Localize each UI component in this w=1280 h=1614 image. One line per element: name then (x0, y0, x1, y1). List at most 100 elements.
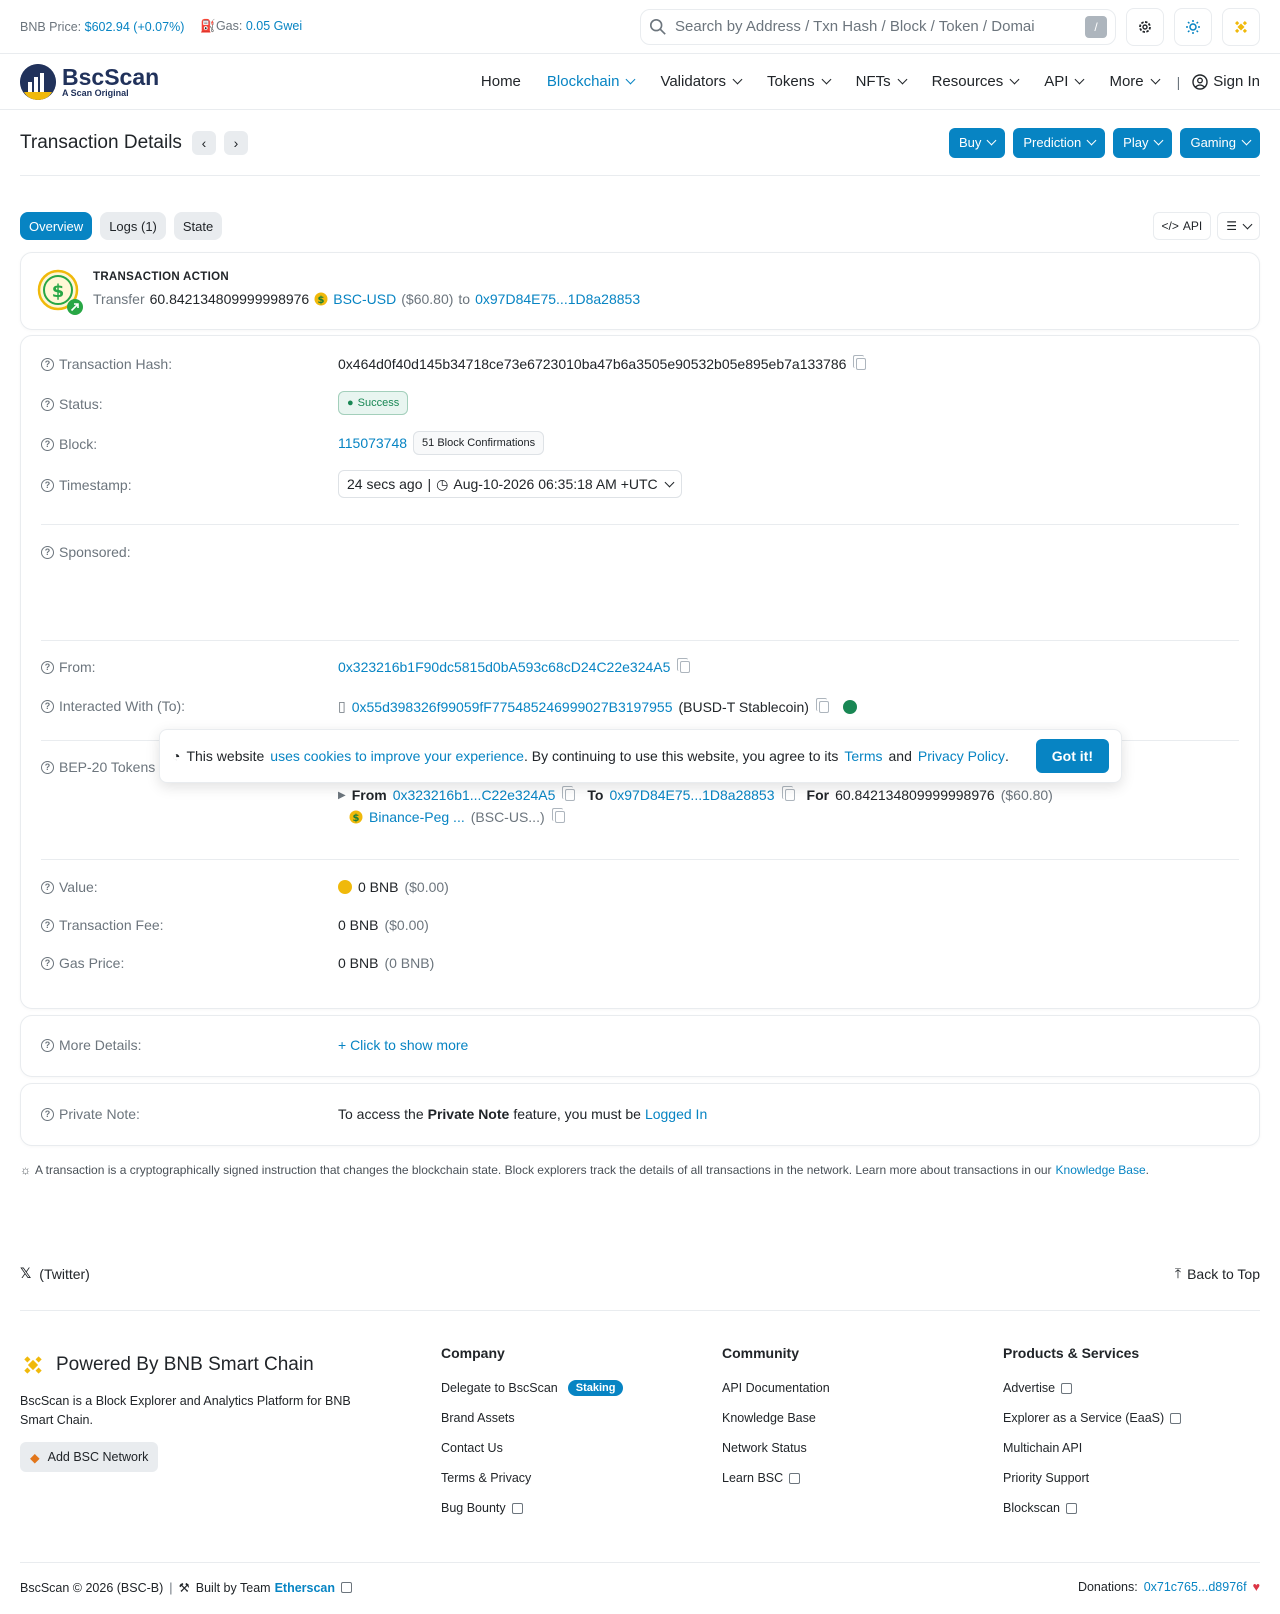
terms-privacy-link[interactable]: Terms & Privacy (441, 1463, 623, 1493)
contact-link[interactable]: Contact Us (441, 1433, 623, 1463)
hash-label: ? Transaction Hash: (41, 356, 172, 372)
multichain-api-link[interactable]: Multichain API (1003, 1433, 1181, 1463)
fee-label-text: Transaction Fee: (59, 917, 164, 933)
api-button[interactable]: </> API (1152, 212, 1212, 240)
status-badge: ● Success (338, 391, 409, 415)
cookie-policy-link[interactable]: uses cookies to improve your experience (270, 748, 524, 764)
confirmations-badge: 51 Block Confirmations (413, 431, 545, 455)
brand-assets-link[interactable]: Brand Assets (441, 1403, 623, 1433)
nav-nfts-label: NFTs (855, 73, 891, 90)
cookie-pre: This website (186, 748, 265, 764)
delegate-link[interactable]: Delegate to BscScan Staking (441, 1373, 624, 1403)
back-to-top-link[interactable]: ⤒ Back to Top (1175, 1265, 1260, 1282)
list-icon: ☰ (1226, 219, 1237, 233)
add-bsc-network-button[interactable]: ◆ Add BSC Network (20, 1442, 159, 1472)
api-docs-link[interactable]: API Documentation (722, 1373, 830, 1403)
copy-icon[interactable] (781, 786, 795, 801)
nav-tokens[interactable]: Tokens (767, 73, 832, 90)
nav-resources[interactable]: Resources (932, 73, 1020, 90)
theme-toggle-button[interactable] (1174, 7, 1212, 46)
note-label-text: Private Note: (59, 1106, 140, 1122)
eaas-link[interactable]: Explorer as a Service (EaaS) (1003, 1403, 1182, 1433)
question-icon: ? (41, 699, 54, 713)
to-address-link[interactable]: 0x55d398326f99059fF775485246999027B31979… (352, 699, 673, 715)
nav-home[interactable]: Home (481, 73, 521, 90)
blockscan-link[interactable]: Blockscan (1003, 1493, 1181, 1523)
terms-link[interactable]: Terms (844, 748, 882, 764)
buy-button[interactable]: Buy (948, 127, 1006, 158)
bscscan-logo-icon (20, 63, 56, 100)
token-transfer-row: ▶ From 0x323216b1...C22e324A5 To 0x97D84… (338, 786, 1053, 803)
twitter-link[interactable]: 𝕏 (Twitter) (20, 1265, 90, 1282)
next-tx-button[interactable]: › (223, 130, 248, 155)
settings-button[interactable] (1126, 7, 1164, 46)
main-nav: BscScan A Scan Original Home Blockchain … (0, 54, 1280, 110)
network-switch-button[interactable] (1222, 7, 1260, 46)
knowledge-base-link[interactable]: Knowledge Base (1056, 1163, 1146, 1177)
sign-in-link[interactable]: Sign In (1192, 73, 1260, 90)
tab-state[interactable]: State (173, 212, 223, 240)
nav-api[interactable]: API (1044, 73, 1085, 90)
footer-divider (20, 1310, 1260, 1311)
status-label-text: Status: (59, 396, 103, 412)
more-label: ? More Details: (41, 1037, 141, 1053)
tab-logs[interactable]: Logs (1) (100, 212, 166, 240)
network-status-label: Network Status (722, 1441, 807, 1455)
tt-token-link[interactable]: Binance-Peg ... (369, 809, 465, 825)
powered-by: Powered By BNB Smart Chain (20, 1352, 314, 1378)
chevron-down-icon (1086, 135, 1097, 146)
cookie-accept-button[interactable]: Got it! (1035, 739, 1109, 773)
etherscan-link[interactable]: Etherscan (275, 1581, 335, 1595)
svg-text:$: $ (318, 295, 325, 306)
question-icon: ? (41, 357, 54, 371)
tab-overview[interactable]: Overview (20, 212, 93, 240)
chevron-down-icon (1075, 74, 1085, 85)
tt-to-link[interactable]: 0x97D84E75...1D8a28853 (609, 787, 774, 803)
tt-for-label: For (806, 787, 830, 803)
play-button[interactable]: Play (1113, 127, 1173, 158)
block-link[interactable]: 115073748 (338, 435, 407, 451)
show-more-link[interactable]: + Click to show more (338, 1037, 468, 1053)
knowledge-base-footer-link[interactable]: Knowledge Base (722, 1403, 830, 1433)
external-link-icon (511, 1502, 523, 1514)
tt-from-link[interactable]: 0x323216b1...C22e324A5 (393, 787, 556, 803)
copy-icon[interactable] (815, 697, 829, 713)
action-to-address-link[interactable]: 0x97D84E75...1D8a28853 (475, 291, 640, 307)
nav-nfts[interactable]: NFTs (855, 73, 908, 90)
logged-in-link[interactable]: Logged In (645, 1106, 707, 1122)
logo[interactable]: BscScan A Scan Original (20, 63, 455, 100)
nav-more[interactable]: More (1109, 73, 1161, 90)
bug-bounty-link[interactable]: Bug Bounty (441, 1493, 623, 1523)
copy-icon[interactable] (853, 355, 867, 370)
nav-blockchain[interactable]: Blockchain (547, 73, 636, 90)
timestamp-box[interactable]: 24 secs ago | ◷ Aug-10-2026 06:35:18 AM +UT… (338, 470, 682, 498)
donation-address-link[interactable]: 0x71c765...d8976f (1144, 1580, 1247, 1594)
nav-validators[interactable]: Validators (660, 73, 743, 90)
value-label-text: Value: (59, 879, 98, 895)
bnb-price-link[interactable]: $602.94 (+0.07%) (85, 20, 185, 34)
gaming-button[interactable]: Gaming (1180, 127, 1260, 158)
chevron-down-icon (1241, 135, 1252, 146)
api-label: API (1182, 219, 1203, 233)
network-status-link[interactable]: Network Status (722, 1433, 830, 1463)
copy-icon[interactable] (677, 658, 691, 673)
nav-tokens-label: Tokens (767, 73, 815, 90)
options-button[interactable]: ☰ (1217, 212, 1260, 240)
advertise-link[interactable]: Advertise (1003, 1373, 1181, 1403)
prev-tx-button[interactable]: ‹ (191, 130, 216, 155)
action-token-link[interactable]: BSC-USD (333, 291, 396, 307)
search-input[interactable]: Search by Address / Txn Hash / Block / T… (640, 8, 1116, 45)
footer-description: BscScan is a Block Explorer and Analytic… (20, 1394, 351, 1427)
copy-icon[interactable] (562, 786, 576, 801)
note-value: To access the Private Note feature, you mu… (338, 1106, 707, 1122)
gas-link[interactable]: 0.05 Gwei (246, 19, 302, 33)
priority-support-link[interactable]: Priority Support (1003, 1463, 1181, 1493)
x-icon: 𝕏 (20, 1265, 32, 1281)
from-address-link[interactable]: 0x323216b1F90dc5815d0bA593c68cD24C22e324… (338, 659, 670, 675)
learn-bsc-link[interactable]: Learn BSC (722, 1463, 830, 1493)
nav-home-label: Home (480, 73, 521, 90)
prediction-button[interactable]: Prediction (1013, 127, 1106, 158)
arrow-up-icon: ⤒ (1174, 1265, 1182, 1281)
copy-icon[interactable] (551, 808, 565, 823)
privacy-link[interactable]: Privacy Policy (918, 748, 1005, 764)
